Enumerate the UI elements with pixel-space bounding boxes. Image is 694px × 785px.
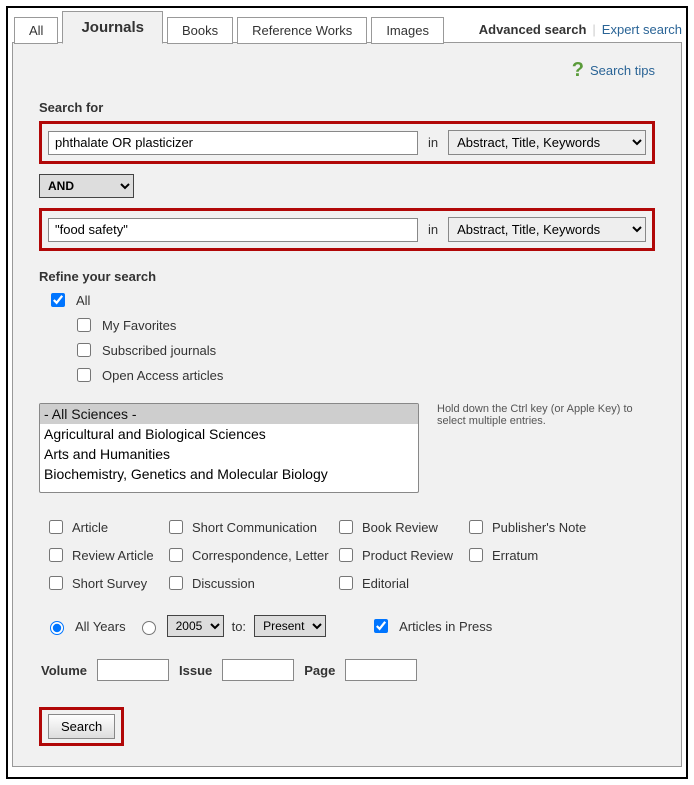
refine-all-checkbox[interactable] [51, 293, 65, 307]
volume-issue-page-row: Volume Issue Page [41, 659, 655, 681]
atype-correspondence-label: Correspondence, Letter [192, 548, 329, 563]
boolean-operator-select[interactable]: AND [39, 174, 134, 198]
issue-input[interactable] [222, 659, 294, 681]
page-label: Page [304, 663, 335, 678]
subject-hint: Hold down the Ctrl key (or Apple Key) to… [437, 403, 655, 427]
refine-all-label: All [76, 293, 90, 308]
expert-search-link[interactable]: Expert search [602, 22, 682, 37]
atype-prodreview-label: Product Review [362, 548, 453, 563]
help-icon: ? [572, 59, 584, 82]
atype-pubnote-label: Publisher's Note [492, 520, 586, 535]
atype-correspondence-checkbox[interactable] [169, 548, 183, 562]
year-to-label: to: [232, 619, 246, 634]
tab-images[interactable]: Images [371, 17, 444, 44]
tab-reference-works[interactable]: Reference Works [237, 17, 367, 44]
atype-shortcomm-checkbox[interactable] [169, 520, 183, 534]
atype-erratum-label: Erratum [492, 548, 538, 563]
refine-heading: Refine your search [39, 269, 655, 284]
atype-erratum-checkbox[interactable] [469, 548, 483, 562]
article-type-grid: Article Short Communication Book Review … [45, 517, 655, 593]
page-input[interactable] [345, 659, 417, 681]
issue-label: Issue [179, 663, 212, 678]
search-panel: ? Search tips Search for in Abstract, Ti… [12, 42, 682, 767]
year-to-select[interactable]: Present [254, 615, 326, 637]
refine-favorites-label: My Favorites [102, 318, 176, 333]
atype-pubnote-checkbox[interactable] [469, 520, 483, 534]
atype-review-label: Review Article [72, 548, 154, 563]
refine-openaccess-checkbox[interactable] [77, 368, 91, 382]
volume-input[interactable] [97, 659, 169, 681]
separator: | [592, 22, 595, 37]
atype-article-label: Article [72, 520, 108, 535]
atype-discussion-checkbox[interactable] [169, 576, 183, 590]
atype-bookreview-checkbox[interactable] [339, 520, 353, 534]
year-from-select[interactable]: 2005 [167, 615, 224, 637]
search-field-2-select[interactable]: Abstract, Title, Keywords [448, 217, 646, 242]
atype-bookreview-label: Book Review [362, 520, 438, 535]
in-label-2: in [428, 222, 438, 237]
advanced-search-label: Advanced search [479, 22, 587, 37]
subject-area-select[interactable]: - All Sciences - Agricultural and Biolog… [39, 403, 419, 493]
refine-subscribed-label: Subscribed journals [102, 343, 216, 358]
atype-discussion-label: Discussion [192, 576, 255, 591]
tab-bar: All Journals Books Reference Works Image… [12, 10, 682, 43]
search-field-1-select[interactable]: Abstract, Title, Keywords [448, 130, 646, 155]
search-row-2: in Abstract, Title, Keywords [39, 208, 655, 251]
search-row-1: in Abstract, Title, Keywords [39, 121, 655, 164]
atype-survey-checkbox[interactable] [49, 576, 63, 590]
atype-editorial-label: Editorial [362, 576, 409, 591]
search-for-heading: Search for [39, 100, 655, 115]
atype-editorial-checkbox[interactable] [339, 576, 353, 590]
tab-books[interactable]: Books [167, 17, 233, 44]
refine-openaccess-label: Open Access articles [102, 368, 223, 383]
articles-in-press-label: Articles in Press [399, 619, 492, 634]
all-years-radio[interactable] [50, 621, 64, 635]
refine-subscribed-checkbox[interactable] [77, 343, 91, 357]
in-label-1: in [428, 135, 438, 150]
atype-review-checkbox[interactable] [49, 548, 63, 562]
tab-journals[interactable]: Journals [62, 11, 163, 44]
tab-all[interactable]: All [14, 17, 58, 44]
search-term-2-input[interactable] [48, 218, 418, 242]
all-years-label: All Years [75, 619, 126, 634]
year-row: All Years 2005 to: Present Articles in P… [45, 615, 655, 637]
atype-shortcomm-label: Short Communication [192, 520, 317, 535]
atype-article-checkbox[interactable] [49, 520, 63, 534]
articles-in-press-checkbox[interactable] [374, 619, 388, 633]
year-range-radio[interactable] [142, 621, 156, 635]
refine-favorites-checkbox[interactable] [77, 318, 91, 332]
search-button[interactable]: Search [48, 714, 115, 739]
volume-label: Volume [41, 663, 87, 678]
search-tips-link[interactable]: Search tips [590, 63, 655, 78]
search-term-1-input[interactable] [48, 131, 418, 155]
atype-survey-label: Short Survey [72, 576, 147, 591]
atype-prodreview-checkbox[interactable] [339, 548, 353, 562]
